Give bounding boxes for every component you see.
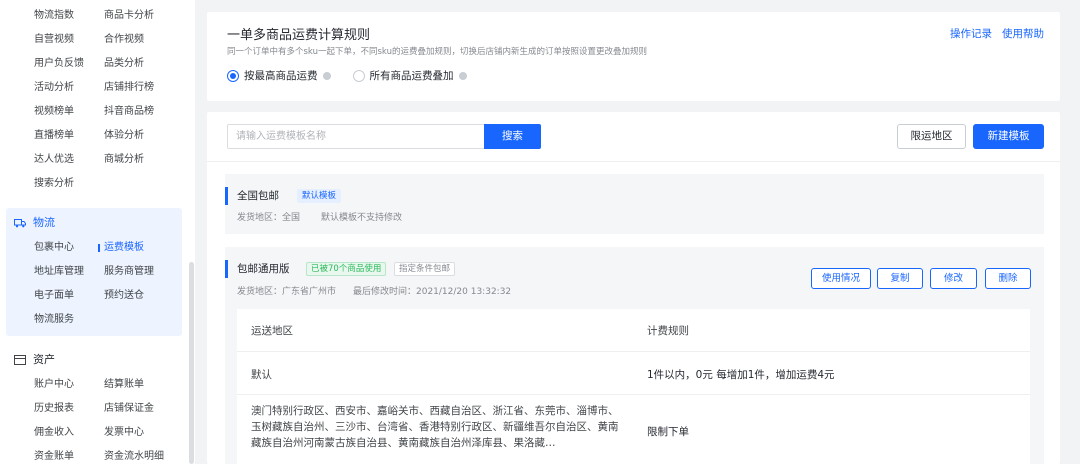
new-template-button[interactable]: 新建模板 (973, 124, 1044, 149)
table-header: 运送地区 计费规则 (237, 309, 1030, 352)
radio-unselected-icon[interactable] (352, 69, 365, 82)
sidebar-item-electronic-waybill[interactable]: 电子面单 (34, 284, 104, 308)
menu-item[interactable]: 物流指数 (34, 4, 104, 28)
sidebar-item-store-deposit[interactable]: 店铺保证金 (104, 397, 184, 421)
menu-item[interactable]: 活动分析 (34, 76, 104, 100)
card-accent-bar (225, 187, 228, 205)
row-region: 默认 (251, 369, 272, 381)
assets-menu: 账户中心 结算账单 历史报表 店铺保证金 佣金收入 发票中心 资金账单 资金流水… (34, 373, 184, 464)
menu-item[interactable]: 体验分析 (104, 124, 184, 148)
ship-from: 发货地区：全国 (237, 213, 301, 223)
copy-button[interactable]: 复制 (877, 268, 923, 289)
header-region: 运送地区 (251, 325, 293, 337)
wallet-icon (14, 355, 26, 365)
sidebar-item-history-reports[interactable]: 历史报表 (34, 397, 104, 421)
assets-section-header[interactable]: 资产 (14, 350, 55, 370)
table-row: 默认 1件以内，0元 每增加1件，增加运费4元 (237, 352, 1030, 395)
option-sum-fees[interactable]: 所有商品运费叠加 (352, 68, 467, 83)
option-highest-fee[interactable]: 按最高商品运费 (227, 68, 331, 83)
ship-from: 发货地区：广东省广州市 (237, 287, 337, 297)
help-icon[interactable] (458, 71, 467, 80)
assets-section-title: 资产 (33, 353, 55, 366)
fee-rule-title: 一单多商品运费计算规则 (227, 28, 371, 43)
help-icon[interactable] (322, 71, 331, 80)
fee-rule-options: 按最高商品运费 所有商品运费叠加 (227, 68, 467, 83)
sidebar-item-scheduled-delivery[interactable]: 预约送仓 (104, 284, 184, 308)
menu-item[interactable]: 视频榜单 (34, 100, 104, 124)
row-rule: 1件以内，0元 每增加1件，增加运费4元 (647, 369, 835, 381)
template-name: 全国包邮 (237, 190, 279, 202)
row-region: 澳门特别行政区、西安市、嘉峪关市、西藏自治区、浙江省、东莞市、淄博市、玉树藏族自… (251, 405, 619, 449)
sidebar-item-address-library[interactable]: 地址库管理 (34, 260, 104, 284)
template-note: 默认模板不支持修改 (321, 213, 403, 223)
restricted-regions-button[interactable]: 限运地区 (897, 124, 966, 149)
card-accent-bar (225, 260, 228, 278)
menu-item[interactable]: 直播榜单 (34, 124, 104, 148)
fee-rule-panel: 一单多商品运费计算规则 同一个订单中有多个sku一起下单，不同sku的运费叠加规… (207, 12, 1060, 101)
row-rule: 限制下单 (647, 426, 689, 438)
sidebar-scrollbar[interactable] (189, 262, 194, 464)
sidebar-item-service-provider[interactable]: 服务商管理 (104, 260, 184, 284)
sidebar: 物流指数 商品卡分析 自营视频 合作视频 用户负反馈 品类分析 活动分析 店铺排… (0, 0, 195, 464)
delete-button[interactable]: 删除 (985, 268, 1031, 289)
sidebar-item-fund-bill[interactable]: 资金账单 (34, 445, 104, 464)
sidebar-item-logistics-service[interactable]: 物流服务 (34, 308, 104, 332)
menu-item[interactable]: 合作视频 (104, 28, 184, 52)
menu-item[interactable]: 店铺排行榜 (104, 76, 184, 100)
search-button[interactable]: 搜索 (484, 124, 541, 149)
sidebar-item-settlement-bill[interactable]: 结算账单 (104, 373, 184, 397)
menu-item[interactable]: 商品卡分析 (104, 4, 184, 28)
sidebar-item-commission-income[interactable]: 佣金收入 (34, 421, 104, 445)
usage-count-tag: 已被70个商品使用 (306, 262, 387, 276)
truck-icon (14, 219, 26, 228)
logistics-section-header[interactable]: 物流 (14, 213, 55, 233)
template-card-free-shipping: 包邮通用版 已被70个商品使用 指定条件包邮 发货地区：广东省广州市 最后修改时… (225, 247, 1044, 464)
logistics-menu: 包裹中心 运费模板 地址库管理 服务商管理 电子面单 预约送仓 物流服务 (34, 236, 184, 332)
sidebar-item-freight-template[interactable]: 运费模板 (98, 236, 184, 260)
menu-item[interactable]: 搜索分析 (34, 172, 104, 196)
default-template-tag: 默认模板 (297, 189, 342, 203)
menu-item[interactable]: 抖音商品榜 (104, 100, 184, 124)
usage-button[interactable]: 使用情况 (811, 268, 871, 289)
option-label: 按最高商品运费 (244, 70, 318, 82)
menu-item[interactable]: 用户负反馈 (34, 52, 104, 76)
fee-rule-description: 同一个订单中有多个sku一起下单，不同sku的运费叠加规则，切换后店铺内新生成的… (227, 47, 647, 57)
menu-item[interactable]: 达人优选 (34, 148, 104, 172)
template-search-input[interactable]: 请输入运费模板名称 (227, 124, 485, 149)
last-modified: 最后修改时间：2021/12/20 13:32:32 (353, 287, 512, 297)
condition-tag: 指定条件包邮 (394, 262, 456, 276)
analytics-menu: 物流指数 商品卡分析 自营视频 合作视频 用户负反馈 品类分析 活动分析 店铺排… (34, 4, 184, 196)
option-label: 所有商品运费叠加 (369, 70, 454, 82)
help-link[interactable]: 使用帮助 (1002, 26, 1044, 41)
sidebar-item-invoice-center[interactable]: 发票中心 (104, 421, 184, 445)
divider (207, 161, 1060, 162)
menu-item[interactable]: 品类分析 (104, 52, 184, 76)
header-rule: 计费规则 (647, 325, 689, 337)
sidebar-item-account-center[interactable]: 账户中心 (34, 373, 104, 397)
menu-item[interactable]: 商城分析 (104, 148, 184, 172)
top-links: 操作记录 使用帮助 (950, 26, 1044, 41)
freight-template-panel: 请输入运费模板名称 搜索 限运地区 新建模板 全国包邮 默认模板 发货地区：全国… (207, 112, 1060, 464)
freight-rules-table: 运送地区 计费规则 默认 1件以内，0元 每增加1件，增加运费4元 澳门特别行政… (237, 309, 1030, 464)
edit-button[interactable]: 修改 (930, 268, 977, 289)
menu-item[interactable]: 自营视频 (34, 28, 104, 52)
operation-log-link[interactable]: 操作记录 (950, 26, 992, 41)
logistics-section-title: 物流 (33, 216, 55, 229)
sidebar-item-fund-flow[interactable]: 资金流水明细 (104, 445, 184, 464)
table-row: 澳门特别行政区、西安市、嘉峪关市、西藏自治区、浙江省、东莞市、淄博市、玉树藏族自… (237, 395, 1030, 464)
radio-selected-icon[interactable] (227, 69, 239, 82)
sidebar-item-package-center[interactable]: 包裹中心 (34, 236, 104, 260)
template-name: 包邮通用版 (237, 263, 290, 275)
template-card-default: 全国包邮 默认模板 发货地区：全国 默认模板不支持修改 (225, 174, 1044, 234)
